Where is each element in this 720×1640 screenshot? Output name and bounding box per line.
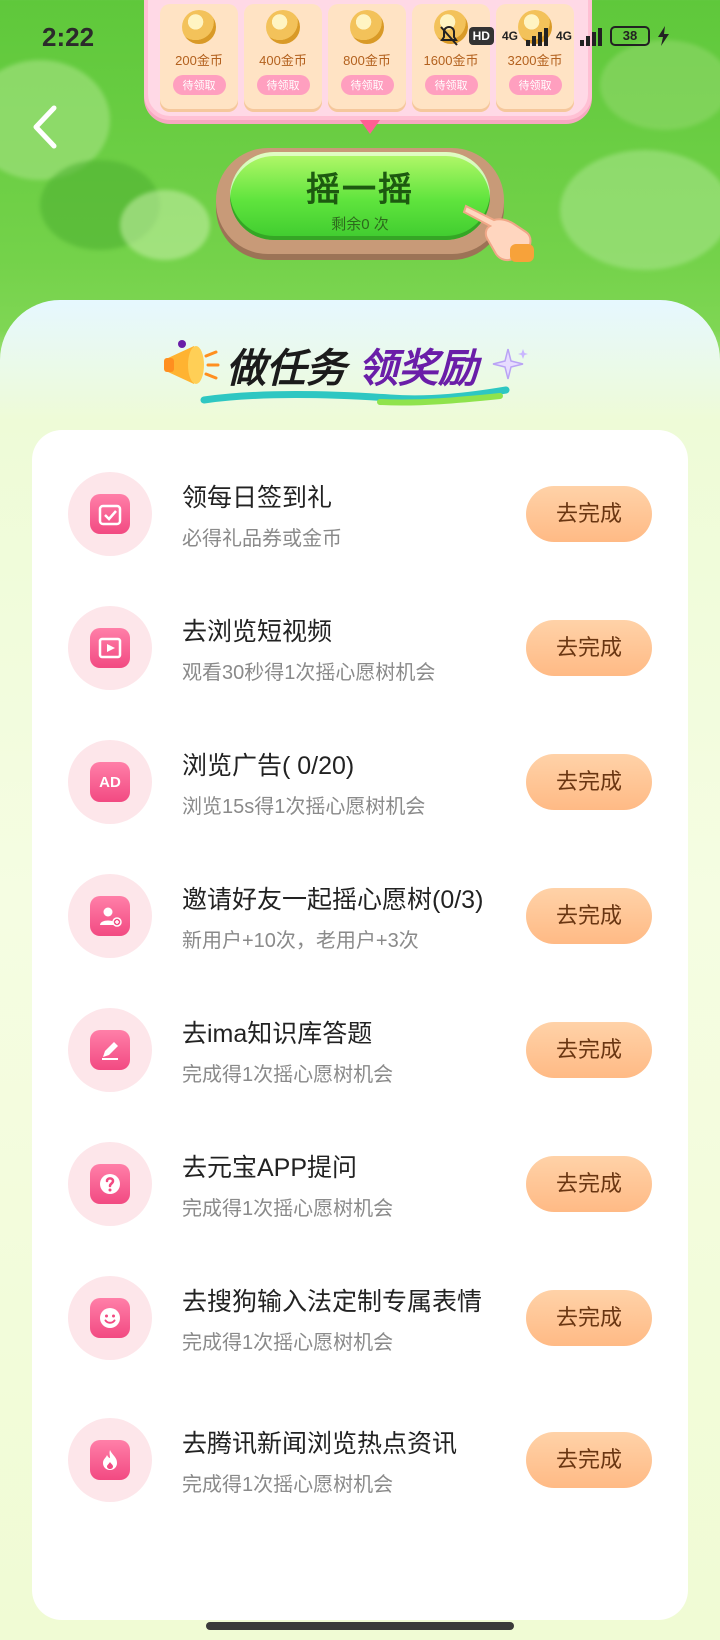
status-bar: 2:22 HD 4G 4G 38	[0, 0, 720, 80]
add-user-icon	[90, 896, 130, 936]
ad-icon: AD	[90, 762, 130, 802]
mute-bell-icon	[439, 25, 458, 46]
complete-task-button[interactable]: 去完成	[526, 1156, 652, 1212]
task-title: 浏览广告( 0/20)	[182, 752, 355, 780]
complete-task-button[interactable]: 去完成	[526, 486, 652, 542]
task-list: 领每日签到礼 必得礼品券或金币 去完成 去浏览短视频 观看30秒得1次摇心愿树机…	[32, 430, 688, 1620]
task-subtitle: 完成得1次摇心愿树机会	[182, 1064, 394, 1086]
complete-task-button[interactable]: 去完成	[526, 1432, 652, 1488]
pointing-hand-icon	[462, 204, 534, 262]
task-item: AD 浏览广告( 0/20) 浏览15s得1次摇心愿树机会 去完成	[32, 740, 688, 880]
task-icon-wrap	[68, 874, 152, 958]
status-icons: HD 4G 4G 38	[437, 24, 670, 48]
calendar-check-icon	[90, 494, 130, 534]
sparkle-icon	[492, 348, 528, 380]
fire-icon	[90, 1440, 130, 1480]
signal-icon	[525, 26, 548, 46]
task-item: 去腾讯新闻浏览热点资讯 完成得1次摇心愿树机会 去完成	[32, 1418, 688, 1558]
charging-icon	[658, 26, 669, 46]
signal-icon	[580, 26, 602, 46]
shake-label: 摇一摇	[306, 171, 414, 209]
pencil-icon	[90, 1030, 130, 1070]
home-indicator[interactable]	[206, 1622, 514, 1630]
task-title: 领每日签到礼	[182, 484, 333, 512]
complete-task-button[interactable]: 去完成	[526, 888, 652, 944]
complete-task-button[interactable]: 去完成	[526, 620, 652, 676]
shake-button[interactable]: 摇一摇 剩余0 次	[230, 152, 490, 240]
task-subtitle: 完成得1次摇心愿树机会	[182, 1198, 394, 1220]
task-subtitle: 浏览15s得1次摇心愿树机会	[182, 796, 426, 818]
hd-badge: HD	[468, 27, 494, 45]
task-icon-wrap	[68, 1276, 152, 1360]
task-subtitle: 完成得1次摇心愿树机会	[182, 1332, 394, 1354]
task-title: 去搜狗输入法定制专属表情	[182, 1288, 483, 1316]
smile-icon	[90, 1298, 130, 1338]
task-title: 去浏览短视频	[182, 618, 333, 646]
task-subtitle: 新用户+10次，老用户+3次	[182, 930, 419, 952]
task-icon-wrap: AD	[68, 740, 152, 824]
task-subtitle: 完成得1次摇心愿树机会	[182, 1474, 394, 1496]
title-underline	[200, 386, 510, 406]
task-item: 去搜狗输入法定制专属表情 完成得1次摇心愿树机会 去完成	[32, 1276, 688, 1416]
question-icon	[90, 1164, 130, 1204]
task-title: 去腾讯新闻浏览热点资讯	[182, 1430, 458, 1458]
battery-icon: 38	[610, 26, 650, 46]
complete-task-button[interactable]: 去完成	[526, 1290, 652, 1346]
background-leaf	[560, 150, 720, 270]
complete-task-button[interactable]: 去完成	[526, 754, 652, 810]
shake-remaining: 剩余0 次	[331, 216, 389, 233]
task-title: 邀请好友一起摇心愿树(0/3)	[182, 886, 484, 914]
task-title: 去元宝APP提问	[182, 1154, 358, 1182]
task-item: 领每日签到礼 必得礼品券或金币 去完成	[32, 472, 688, 612]
task-icon-wrap	[68, 1418, 152, 1502]
video-play-icon	[90, 628, 130, 668]
status-time: 2:22	[42, 22, 95, 52]
task-item: 去ima知识库答题 完成得1次摇心愿树机会 去完成	[32, 1008, 688, 1148]
background-leaf	[120, 190, 210, 260]
task-subtitle: 必得礼品券或金币	[182, 528, 342, 550]
task-icon-wrap	[68, 606, 152, 690]
task-icon-wrap	[68, 1142, 152, 1226]
complete-task-button[interactable]: 去完成	[526, 1022, 652, 1078]
task-icon-wrap	[68, 1008, 152, 1092]
task-item: 去元宝APP提问 完成得1次摇心愿树机会 去完成	[32, 1142, 688, 1282]
task-item: 去浏览短视频 观看30秒得1次摇心愿树机会 去完成	[32, 606, 688, 746]
ad-glyph: AD	[99, 773, 121, 791]
task-item: 邀请好友一起摇心愿树(0/3) 新用户+10次，老用户+3次 去完成	[32, 874, 688, 1014]
back-icon[interactable]	[24, 100, 68, 154]
network-type: 4G	[501, 29, 518, 43]
task-subtitle: 观看30秒得1次摇心愿树机会	[182, 662, 436, 684]
network-type: 4G	[555, 29, 572, 43]
task-title: 去ima知识库答题	[182, 1020, 373, 1048]
task-icon-wrap	[68, 472, 152, 556]
